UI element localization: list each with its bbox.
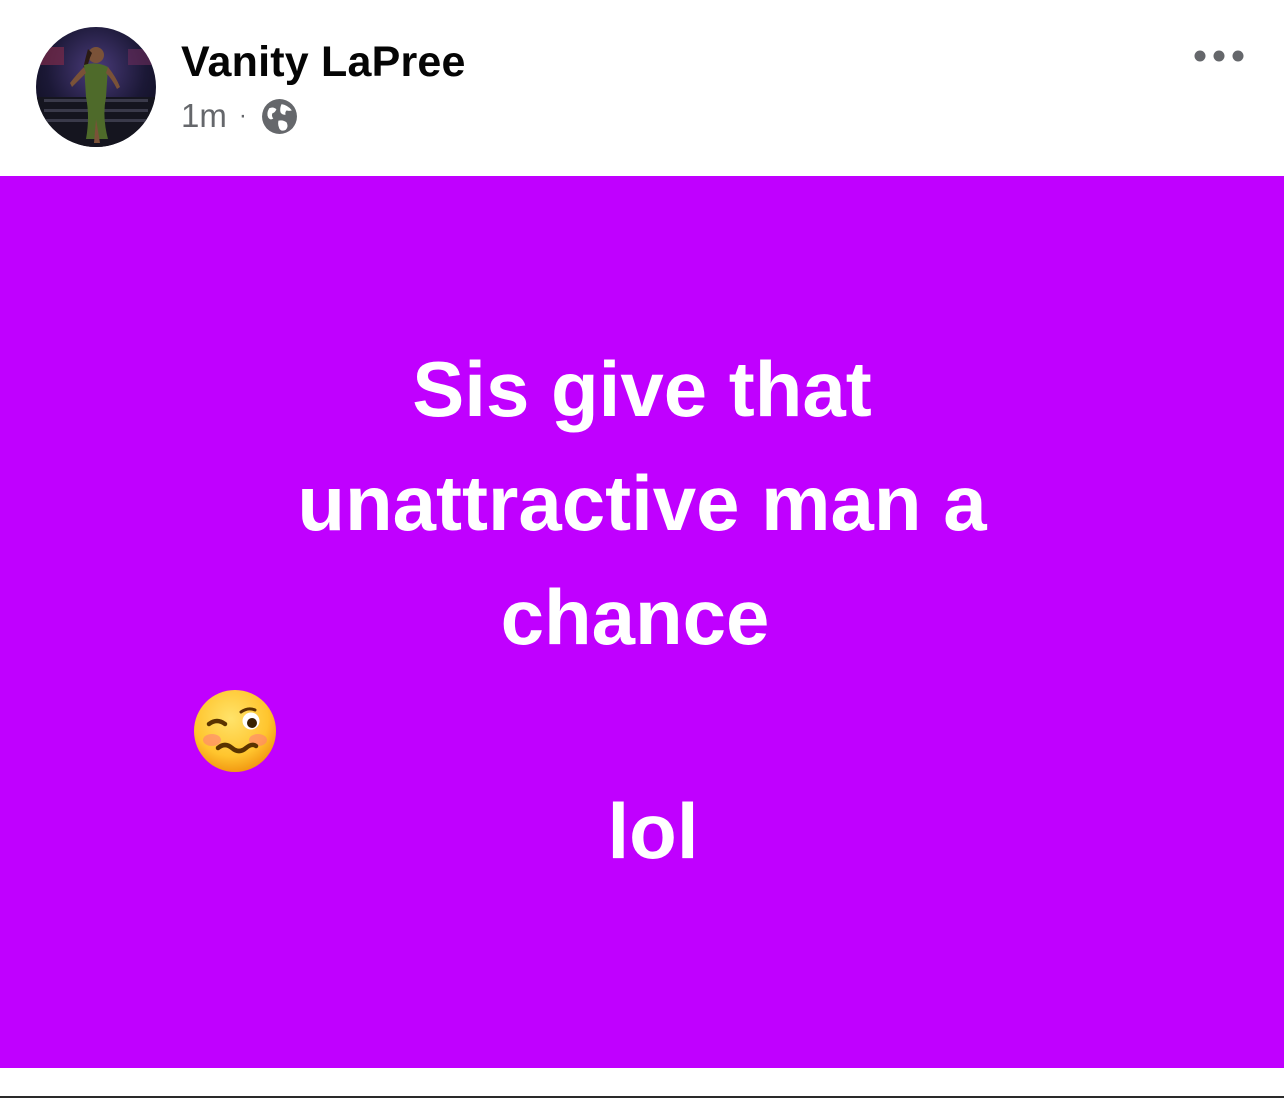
facebook-post: Vanity LaPree 1m · Sis give that unattra… <box>0 0 1284 1098</box>
avatar[interactable] <box>36 27 156 147</box>
meta-separator: · <box>238 102 247 129</box>
post-text-word-lol: lol <box>607 787 699 875</box>
post-text-line-3: chance lol <box>192 560 1092 902</box>
timestamp[interactable]: 1m <box>181 97 227 135</box>
globe-icon[interactable] <box>261 98 298 135</box>
post-text-line-1: Sis give that <box>412 345 872 433</box>
post-text: Sis give that unattractive man a chance <box>192 332 1092 902</box>
post-meta: 1m · <box>181 95 298 137</box>
post-text-line-2: unattractive man a <box>297 459 987 547</box>
more-horizontal-icon <box>1194 50 1244 62</box>
post-background: Sis give that unattractive man a chance <box>0 176 1284 1068</box>
post-header: Vanity LaPree 1m · <box>0 0 1284 176</box>
post-text-word-chance: chance <box>500 573 770 661</box>
post-footer <box>0 1068 1284 1098</box>
woozy-face-icon <box>192 688 1092 774</box>
more-options-button[interactable] <box>1186 38 1252 74</box>
author-name[interactable]: Vanity LaPree <box>181 38 466 87</box>
